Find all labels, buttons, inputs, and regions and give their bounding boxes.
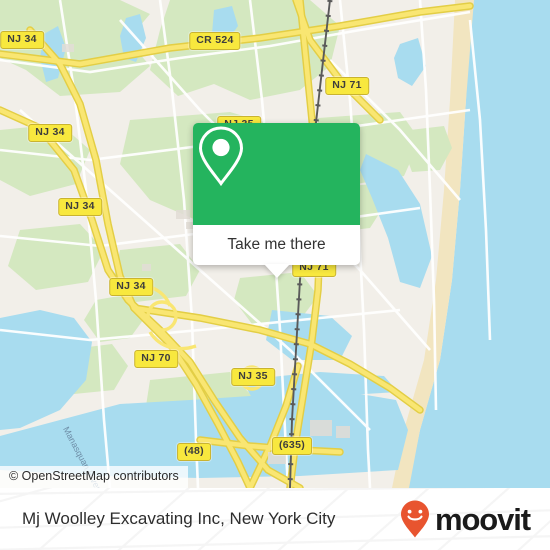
- road-shield[interactable]: (635): [271, 437, 313, 455]
- map-pin-icon: [198, 126, 244, 187]
- moovit-logo[interactable]: moovit: [398, 499, 531, 539]
- road-shield[interactable]: NJ 70: [134, 350, 178, 368]
- moovit-wordmark: moovit: [434, 501, 531, 537]
- callout-icon-area: [193, 123, 360, 225]
- road-shield[interactable]: NJ 34: [58, 198, 102, 216]
- callout-pointer-tail: [263, 264, 290, 278]
- road-shield[interactable]: (48): [177, 443, 211, 461]
- road-shield[interactable]: NJ 34: [28, 124, 72, 142]
- location-title: Mj Woolley Excavating Inc, New York City: [22, 509, 336, 528]
- road-shield[interactable]: NJ 34: [0, 31, 44, 49]
- road-shield[interactable]: CR 524: [189, 32, 241, 50]
- road-shield[interactable]: NJ 35: [231, 368, 275, 386]
- location-callout-card[interactable]: Take me there: [193, 123, 360, 278]
- map-location-card: NJ 34 CR 524 NJ 71 NJ 34 NJ 34 NJ 35 NJ …: [0, 0, 550, 550]
- moovit-pin-smiley-icon: [400, 500, 429, 538]
- road-shield[interactable]: NJ 71: [325, 77, 369, 95]
- footer-content: Mj Woolley Excavating Inc, New York City…: [0, 488, 550, 550]
- map-canvas[interactable]: NJ 34 CR 524 NJ 71 NJ 34 NJ 34 NJ 35 NJ …: [0, 0, 550, 488]
- callout-action-area[interactable]: Take me there: [193, 225, 360, 278]
- take-me-there-label: Take me there: [227, 236, 326, 253]
- map-attribution[interactable]: © OpenStreetMap contributors: [0, 466, 188, 488]
- footer-bar: Mj Woolley Excavating Inc, New York City…: [0, 488, 550, 550]
- road-shield[interactable]: NJ 34: [109, 278, 153, 296]
